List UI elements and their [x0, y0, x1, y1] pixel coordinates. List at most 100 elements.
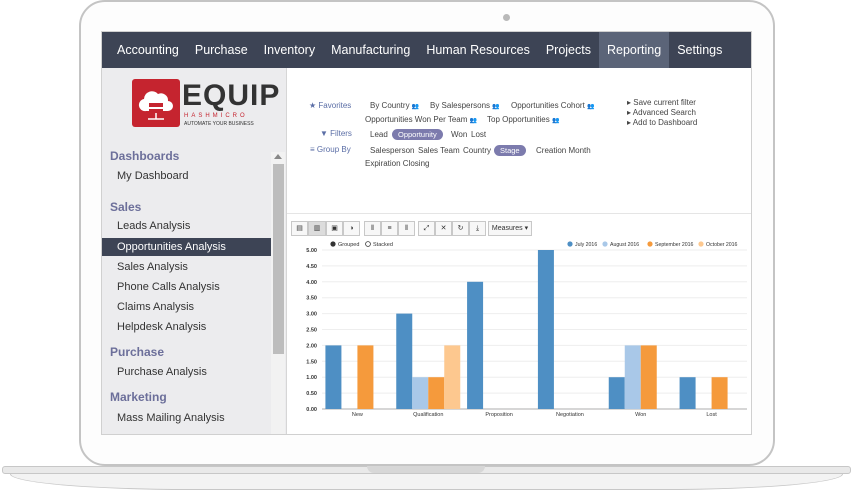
sidebar-item-helpdesk-analysis[interactable]: Helpdesk Analysis	[117, 321, 206, 333]
nav-projects[interactable]: Projects	[538, 32, 599, 68]
stacked-chart-button[interactable]: ⫴	[398, 221, 415, 236]
download-button[interactable]: ⤓	[469, 221, 486, 236]
table-icon: ▤	[296, 225, 303, 232]
favorite-opportunities-cohort[interactable]: Opportunities Cohort 👥	[511, 101, 595, 110]
y-tick-label: 0.50	[306, 391, 317, 397]
laptop-base-bottom	[10, 474, 843, 490]
caret-right-icon: ▸	[627, 108, 632, 117]
filter-won[interactable]: Won	[451, 130, 467, 139]
bar-chart-view-button[interactable]: ▥	[308, 221, 326, 236]
nav-human-resources[interactable]: Human Resources	[418, 32, 538, 68]
columns-icon: ⦀	[370, 225, 375, 232]
bar-chart-icon: ▥	[313, 225, 321, 232]
bar-won-july-2016	[608, 377, 625, 409]
stacked-radio	[365, 241, 371, 247]
sidebar-item-mass-mailing-analysis[interactable]: Mass Mailing Analysis	[117, 412, 225, 424]
laptop-base	[0, 466, 853, 490]
y-tick-label: 3.50	[306, 296, 317, 302]
camera-icon	[503, 14, 510, 21]
x-tick-label: Proposition	[485, 412, 513, 418]
y-tick-label: 1.50	[306, 359, 317, 365]
list-chart-button[interactable]: ≡	[381, 221, 398, 236]
measures-dropdown[interactable]: Measures ▾	[488, 221, 532, 236]
y-tick-label: 5.00	[306, 248, 317, 254]
nav-inventory[interactable]: Inventory	[256, 32, 323, 68]
stacked-icon: ⫴	[405, 225, 408, 232]
sidebar-item-opportunities-analysis[interactable]: Opportunities Analysis	[102, 238, 271, 256]
filter-lead[interactable]: Lead	[370, 130, 388, 139]
scrollbar-thumb[interactable]	[273, 164, 284, 354]
group-salesperson[interactable]: Salesperson	[370, 146, 414, 155]
opportunities-bar-chart: 0.00 0.50 1.00 1.50 2.00 2.50 3.00 3.50 4.00 4.50…	[306, 241, 747, 418]
line-chart-icon: ▣	[331, 225, 338, 232]
caret-down-icon: ▾	[524, 225, 529, 232]
y-tick-label: 0.00	[306, 407, 317, 413]
bar-negotiation-july-2016	[537, 250, 554, 409]
pie-chart-view-button[interactable]: ◑	[343, 221, 360, 236]
sidebar-item-claims-analysis[interactable]: Claims Analysis	[117, 301, 194, 313]
favorite-top-opportunities[interactable]: Top Opportunities 👥	[487, 115, 559, 124]
scroll-up-icon[interactable]	[274, 154, 282, 159]
group-country[interactable]: Country	[463, 146, 491, 155]
laptop-notch	[367, 466, 485, 473]
sidebar-section-sales: Sales	[110, 200, 142, 214]
line-chart-view-button[interactable]: ▣	[326, 221, 343, 236]
favorite-opportunities-won-per-team[interactable]: Opportunities Won Per Team 👥	[365, 115, 477, 124]
refresh-button[interactable]: ↻	[452, 221, 469, 236]
expand-button[interactable]: ⤢	[418, 221, 435, 236]
filters-label[interactable]: ▼ Filters	[320, 129, 352, 138]
people-icon: 👥	[411, 104, 420, 110]
sidebar-item-leads-analysis[interactable]: Leads Analysis	[117, 220, 190, 232]
group-creation-month[interactable]: Creation Month	[536, 146, 591, 155]
favorite-by-country[interactable]: By Country 👥	[370, 101, 419, 110]
y-tick-label: 4.50	[306, 264, 317, 270]
group-stage[interactable]: Stage	[494, 145, 526, 156]
nav-reporting[interactable]: Reporting	[598, 32, 670, 68]
bar-new-september-2016	[357, 345, 374, 409]
bar-won-september-2016	[640, 345, 657, 409]
bar-qualification-july-2016	[396, 313, 413, 409]
star-icon: ★	[309, 101, 317, 110]
favorites-label[interactable]: ★ Favorites	[309, 101, 351, 110]
people-icon: 👥	[492, 104, 500, 110]
filter-lost[interactable]: Lost	[471, 130, 486, 139]
list-icon: ≡	[387, 225, 392, 232]
bar-lost-july-2016	[679, 377, 696, 409]
sidebar-item-my-dashboard[interactable]: My Dashboard	[117, 170, 189, 182]
sidebar-item-purchase-analysis[interactable]: Purchase Analysis	[117, 366, 207, 378]
sidebar-item-sales-analysis[interactable]: Sales Analysis	[117, 261, 188, 273]
legend-swatch	[567, 241, 573, 247]
download-icon: ⤓	[475, 225, 480, 232]
table-view-button[interactable]: ▤	[291, 221, 308, 236]
nav-settings[interactable]: Settings	[669, 32, 730, 68]
app-screen: Accounting Purchase Inventory Manufactur…	[101, 31, 752, 435]
filter-opportunity[interactable]: Opportunity	[392, 129, 443, 140]
collapse-button[interactable]: ✕	[435, 221, 452, 236]
nav-purchase[interactable]: Purchase	[187, 32, 256, 68]
x-tick-label: Negotiation	[556, 412, 584, 418]
group-by-label[interactable]: ≡ Group By	[310, 145, 351, 154]
advanced-search-link[interactable]: ▸ Advanced Search	[627, 108, 696, 117]
people-icon: 👥	[587, 104, 595, 110]
legend-label: July 2016	[575, 242, 597, 248]
main-content: ★ Favorites By Country 👥 By Salespersons…	[287, 68, 751, 434]
group-sales-team[interactable]: Sales Team	[418, 146, 460, 155]
y-tick-label: 2.00	[306, 343, 317, 349]
sidebar-section-purchase: Purchase	[110, 345, 165, 359]
grouped-label: Grouped	[338, 242, 359, 248]
equip-logo: EQUIP HASHMICRO AUTOMATE YOUR BUSINESS	[132, 79, 279, 129]
favorite-by-salespersons[interactable]: By Salespersons 👥	[430, 101, 500, 110]
add-to-dashboard-link[interactable]: ▸ Add to Dashboard	[627, 118, 697, 127]
grouped-radio	[330, 241, 336, 247]
x-tick-label: Won	[635, 412, 646, 418]
group-expiration-closing[interactable]: Expiration Closing	[365, 159, 429, 168]
bar-qualification-august-2016	[412, 377, 429, 409]
legend-label: August 2016	[610, 242, 639, 248]
sidebar-item-phone-calls-analysis[interactable]: Phone Calls Analysis	[117, 281, 220, 293]
column-chart-button[interactable]: ⦀	[364, 221, 381, 236]
caret-right-icon: ▸	[627, 118, 632, 127]
nav-manufacturing[interactable]: Manufacturing	[323, 32, 418, 68]
save-current-filter-link[interactable]: ▸ Save current filter	[627, 98, 696, 107]
x-tick-label: New	[352, 412, 363, 418]
nav-accounting[interactable]: Accounting	[102, 32, 187, 68]
